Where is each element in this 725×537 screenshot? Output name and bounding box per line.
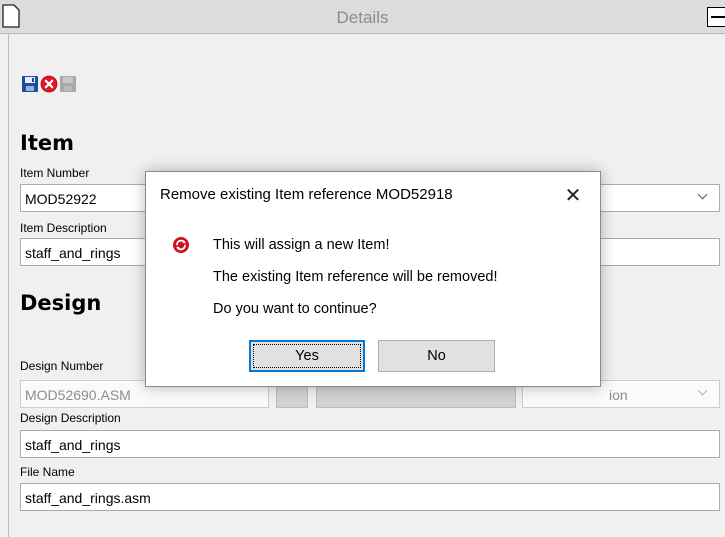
confirm-dialog: Remove existing Item reference MOD52918 …	[145, 171, 601, 387]
yes-button-label: Yes	[295, 348, 319, 364]
design-number-value: MOD52690.ASM	[25, 387, 131, 403]
chevron-down-icon	[697, 385, 708, 396]
yes-button[interactable]: Yes	[249, 340, 365, 372]
dialog-header: Remove existing Item reference MOD52918 …	[146, 172, 600, 220]
panel-border	[8, 34, 9, 537]
item-number-value: MOD52922	[25, 191, 97, 207]
design-description-value: staff_and_rings	[25, 437, 121, 453]
no-button-label: No	[427, 348, 446, 364]
dialog-message-line: This will assign a new Item!	[213, 237, 390, 253]
design-heading: Design	[20, 291, 102, 315]
window-title: Details	[336, 8, 389, 27]
item-number-label: Item Number	[20, 166, 90, 180]
dialog-message-line: Do you want to continue?	[213, 301, 377, 317]
no-button[interactable]: No	[378, 340, 495, 372]
design-description-field[interactable]: staff_and_rings	[20, 430, 720, 458]
item-description-label: Item Description	[20, 221, 107, 235]
cancel-icon[interactable]	[40, 75, 58, 93]
file-name-label: File Name	[20, 465, 75, 479]
item-heading: Item	[20, 131, 74, 155]
design-description-label: Design Description	[20, 411, 121, 425]
dialog-title: Remove existing Item reference MOD52918	[160, 186, 453, 203]
file-name-value: staff_and_rings.asm	[25, 490, 151, 506]
disabled-action-icon	[60, 76, 76, 92]
item-description-value: staff_and_rings	[25, 245, 121, 261]
design-number-label: Design Number	[20, 359, 104, 373]
minimize-button[interactable]	[707, 7, 725, 27]
close-icon[interactable]: ✕	[556, 180, 590, 210]
design-status-value: ion	[609, 387, 628, 403]
warning-refresh-icon	[173, 237, 189, 253]
chevron-down-icon	[697, 189, 708, 200]
dialog-body: This will assign a new Item! The existin…	[146, 220, 600, 386]
save-icon[interactable]	[21, 75, 39, 93]
dialog-message-line: The existing Item reference will be remo…	[213, 269, 498, 285]
file-name-field[interactable]: staff_and_rings.asm	[20, 483, 720, 511]
details-title-bar: Details	[0, 0, 725, 34]
